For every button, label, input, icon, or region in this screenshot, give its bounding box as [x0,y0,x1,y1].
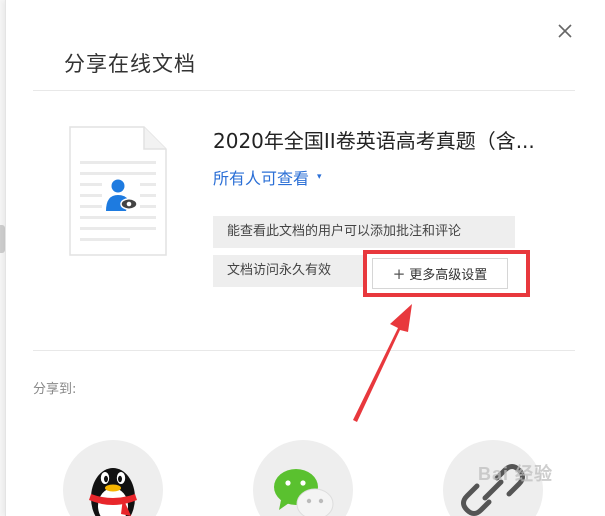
plus-icon: + [392,264,406,283]
dialog-title: 分享在线文档 [64,52,196,76]
close-button[interactable] [554,20,576,42]
share-wechat-button[interactable] [253,440,353,516]
advanced-settings-label: 更多高级设置 [409,268,488,283]
comment-permission-info: 能查看此文档的用户可以添加批注和评论 [213,216,515,248]
caret-down-icon: ▾ [317,172,322,182]
qq-icon [89,468,137,516]
document-title: 2020年全国II卷英语高考真题（含... [213,129,535,153]
permission-dropdown[interactable]: 所有人可查看 ▾ [213,165,322,189]
watermark: Bai 经验 [478,464,554,484]
access-duration-info: 文档访问永久有效 [213,255,363,287]
close-icon [558,24,572,38]
page-background: 分享在线文档 2020年全国II卷英语高考真题（含... 所有人可查看 ▾ 能查… [0,0,605,516]
header-divider [33,90,575,91]
permission-label: 所有人可查看 [213,169,310,188]
document-shared-view-icon [69,126,167,256]
share-to-label: 分享到: [33,382,77,397]
wechat-icon [274,469,334,516]
advanced-settings-button[interactable]: + 更多高级设置 [372,258,508,289]
section-divider [33,350,575,351]
share-dialog: 分享在线文档 2020年全国II卷英语高考真题（含... 所有人可查看 ▾ 能查… [5,0,605,516]
document-thumbnail [68,125,168,257]
share-qq-button[interactable] [63,440,163,516]
